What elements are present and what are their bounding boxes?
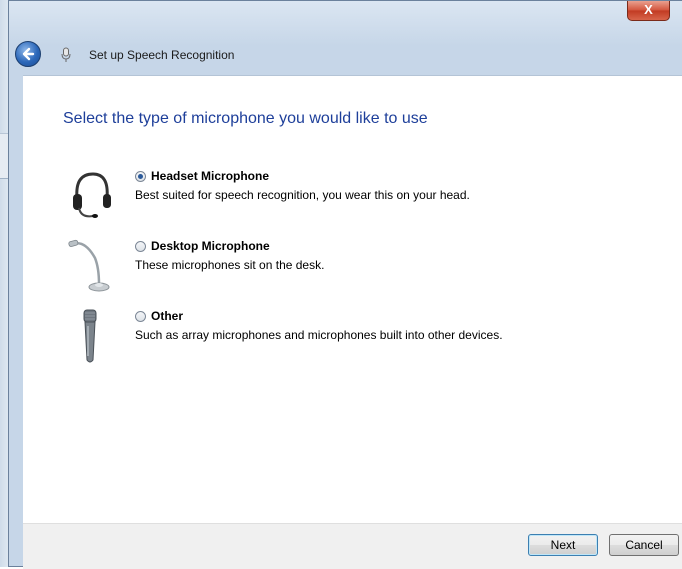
headset-radio[interactable] (135, 171, 146, 182)
option-description: These microphones sit on the desk. (135, 258, 325, 272)
other-radio[interactable] (135, 311, 146, 322)
option-label: Desktop Microphone (151, 239, 270, 253)
option-desktop[interactable]: Desktop Microphone These microphones sit… (23, 238, 682, 298)
speech-setup-dialog: X Set up Speech Recognition Select the t… (8, 0, 682, 569)
wizard-title: Set up Speech Recognition (89, 48, 235, 62)
desktop-microphone-icon (68, 239, 110, 292)
option-label: Headset Microphone (151, 169, 270, 183)
next-button[interactable]: Next (528, 534, 598, 556)
microphone-icon (61, 47, 71, 62)
headset-icon (73, 172, 111, 218)
option-description: Such as array microphones and microphone… (135, 328, 503, 342)
handheld-microphone-icon (83, 309, 97, 363)
page-heading: Select the type of microphone you would … (63, 110, 428, 127)
option-headset[interactable]: Headset Microphone Best suited for speec… (23, 168, 682, 228)
back-arrow-icon (22, 47, 35, 61)
cancel-button[interactable]: Cancel (609, 534, 679, 556)
close-button[interactable]: X (627, 1, 670, 21)
desktop-radio[interactable] (135, 241, 146, 252)
option-description: Best suited for speech recognition, you … (135, 188, 470, 202)
wizard-content: Select the type of microphone you would … (23, 75, 682, 524)
option-label: Other (151, 309, 184, 323)
option-other[interactable]: Other Such as array microphones and micr… (23, 308, 682, 368)
wizard-footer: Next Cancel (23, 523, 682, 569)
back-button[interactable] (15, 41, 41, 67)
